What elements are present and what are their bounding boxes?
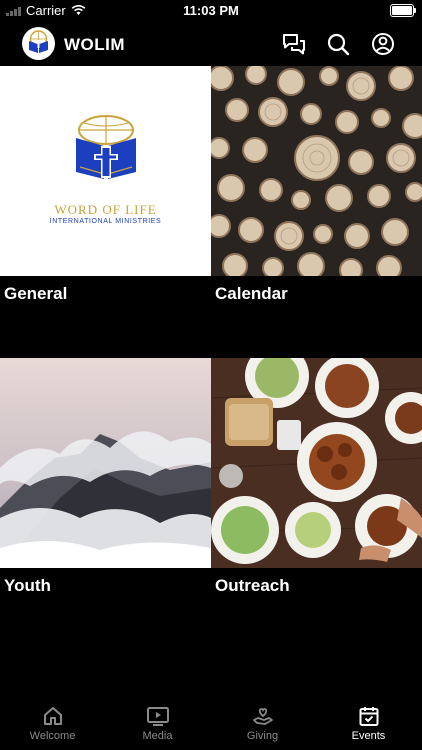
logo-title-text: WORD OF LIFE (54, 202, 157, 217)
tab-label-media: Media (142, 730, 173, 742)
battery-icon (390, 4, 416, 17)
tab-label-events: Events (351, 730, 386, 742)
play-icon (146, 707, 169, 726)
tile-label-youth: Youth (4, 576, 51, 595)
food-table-photo (211, 358, 422, 568)
tab-bar: Welcome Media Giving Events (0, 700, 422, 750)
calendar-image (211, 66, 422, 276)
account-icon[interactable] (370, 31, 396, 57)
misty-mountain-photo (0, 358, 211, 568)
calendar-check-icon (359, 707, 378, 726)
tile-label-calendar: Calendar (215, 284, 288, 303)
home-icon (43, 707, 62, 725)
tab-media[interactable]: Media (105, 704, 210, 742)
word-of-life-emblem-icon (29, 30, 48, 53)
category-tile-outreach[interactable]: Outreach (211, 358, 422, 650)
category-tile-calendar[interactable]: Calendar (211, 66, 422, 358)
word-of-life-logo-icon (76, 115, 136, 179)
tab-label-giving: Giving (246, 730, 279, 742)
chat-icon[interactable] (281, 31, 307, 57)
logo-subtitle-text: INTERNATIONAL MINISTRIES (49, 218, 162, 225)
app-title: WOLIM (64, 35, 126, 54)
outreach-image (211, 358, 422, 568)
status-time: 11:03 PM (183, 3, 239, 18)
app-logo[interactable] (22, 27, 55, 60)
status-bar: Carrier 11:03 PM (0, 0, 422, 22)
tab-giving[interactable]: Giving (210, 704, 315, 742)
heart-hand-icon (252, 708, 273, 725)
tab-welcome[interactable]: Welcome (0, 704, 105, 742)
youth-image (0, 358, 211, 568)
tile-label-general: General (4, 284, 68, 303)
tile-label-outreach: Outreach (215, 576, 290, 595)
general-image: WORD OF LIFE INTERNATIONAL MINISTRIES (0, 66, 211, 276)
category-tile-youth[interactable]: Youth (0, 358, 211, 650)
tab-label-welcome: Welcome (29, 730, 76, 742)
wood-logs-photo (211, 66, 422, 276)
search-icon[interactable] (325, 31, 351, 57)
tab-events[interactable]: Events (316, 704, 421, 742)
app-header: WOLIM (0, 22, 422, 66)
category-tile-general[interactable]: WORD OF LIFE INTERNATIONAL MINISTRIES Ge… (0, 66, 211, 358)
